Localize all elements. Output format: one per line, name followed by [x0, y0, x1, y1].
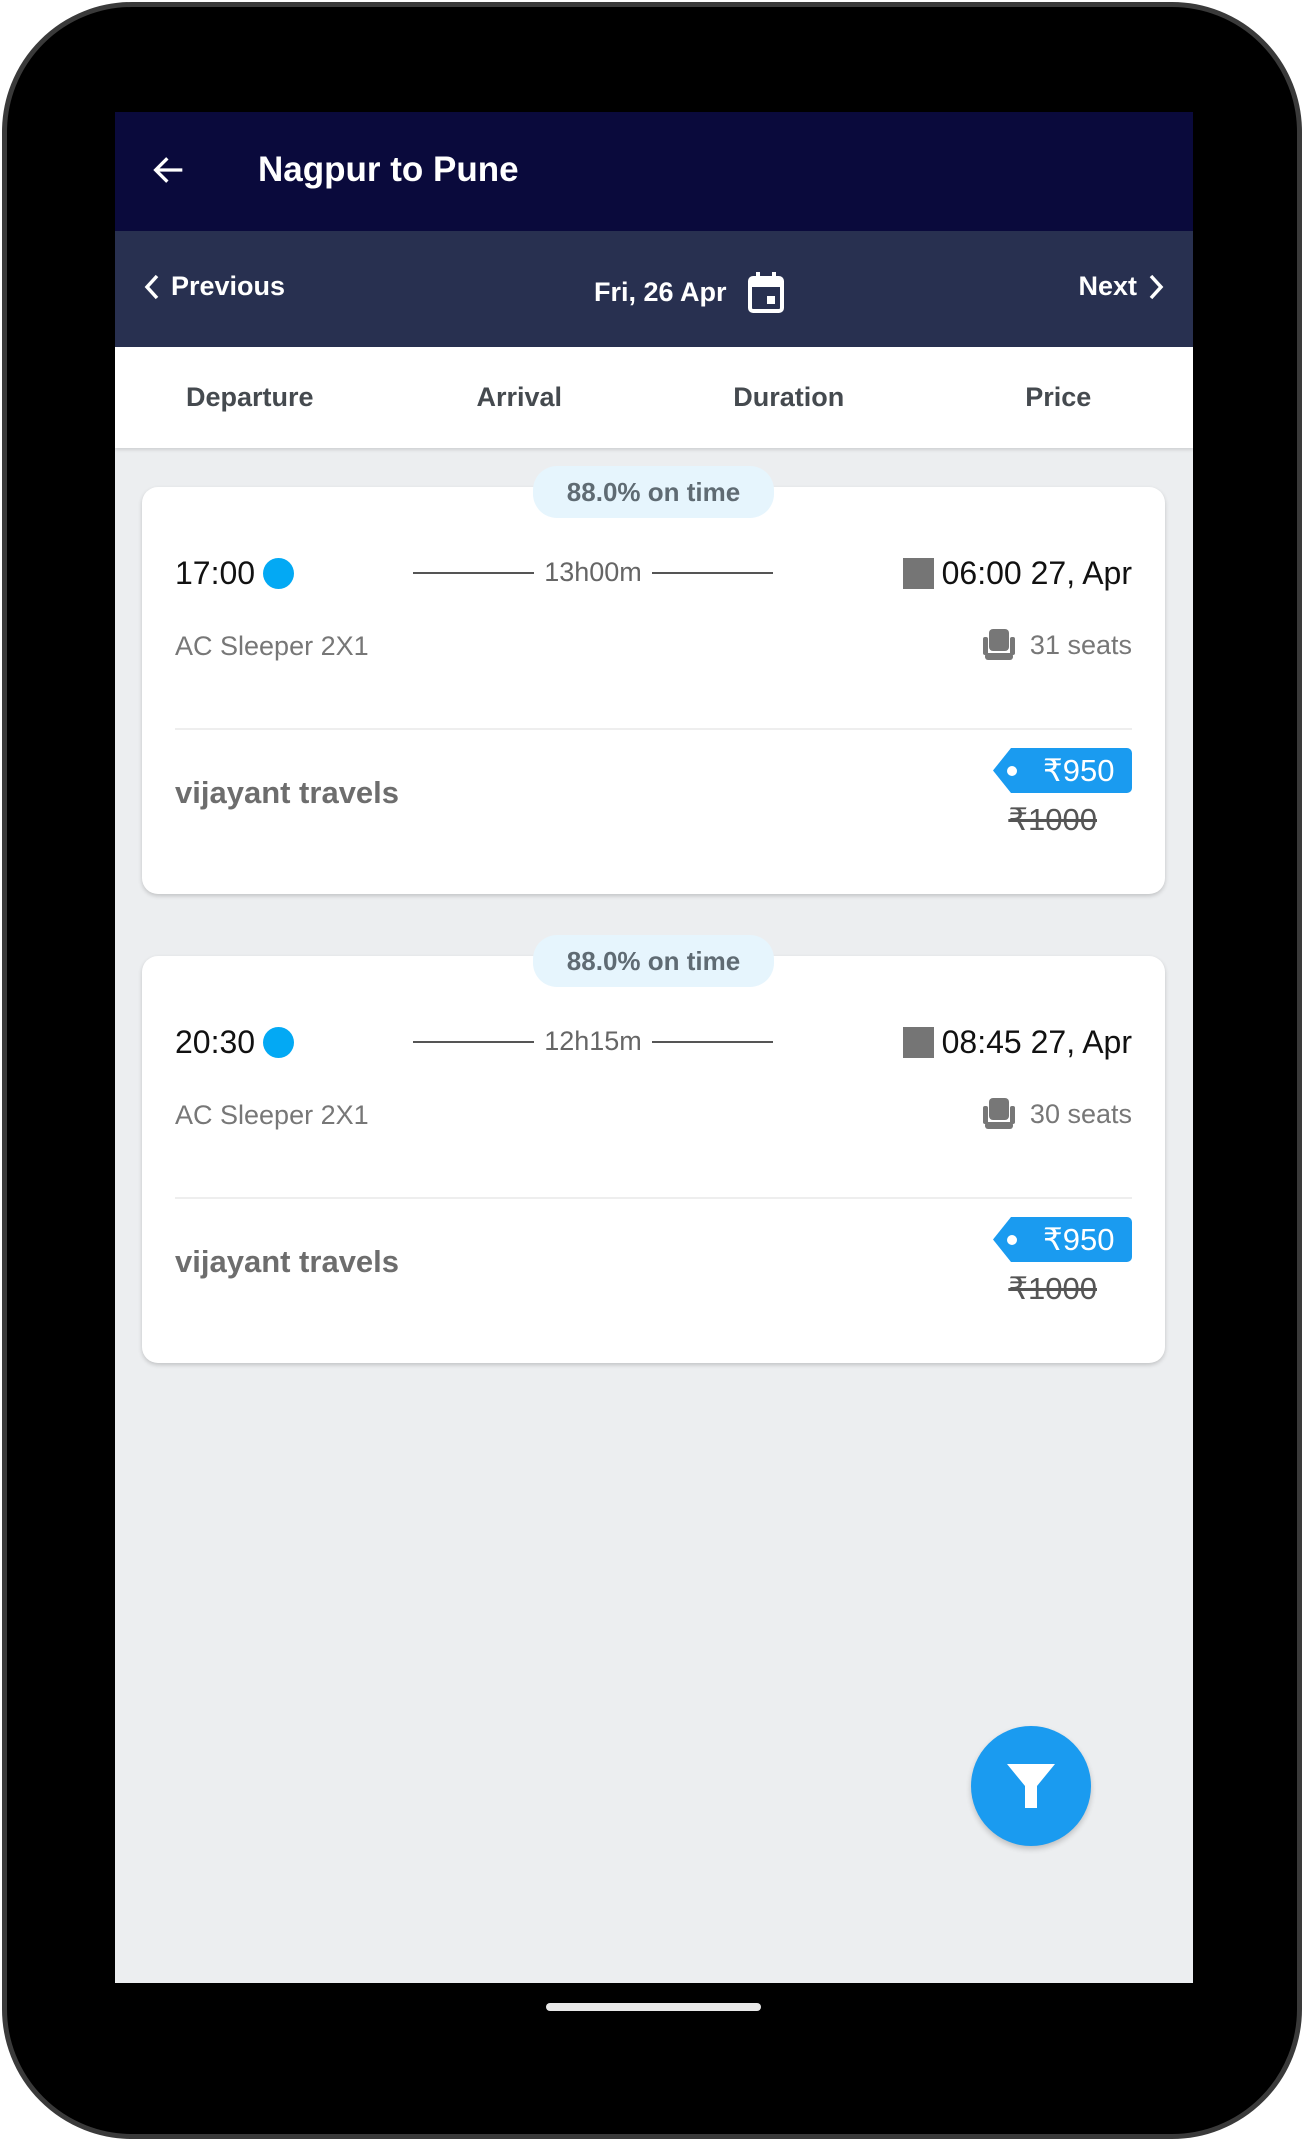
seats-text: 30 seats: [1029, 1098, 1132, 1129]
date-bar: Previous Fri, 26 Apr Next: [115, 231, 1193, 347]
sort-tabs: Departure Arrival Duration Price: [115, 347, 1193, 448]
home-indicator[interactable]: [546, 2003, 761, 2011]
seats-text: 31 seats: [1029, 629, 1132, 660]
departure-time: 17:00: [175, 555, 295, 592]
next-day-button[interactable]: Next: [1078, 271, 1165, 302]
seat-icon: [982, 1098, 1015, 1129]
on-time-badge: 88.0% on time: [533, 466, 774, 518]
duration-text: 12h15m: [544, 1026, 642, 1056]
price-tag: ₹950: [993, 748, 1132, 793]
divider: [175, 1197, 1132, 1199]
next-label: Next: [1078, 271, 1137, 301]
screen: Nagpur to Pune Previous Fri, 26 Apr Next…: [115, 112, 1193, 1983]
seats-available: 31 seats: [982, 629, 1132, 661]
arrow-left-icon[interactable]: [149, 150, 189, 190]
on-time-badge: 88.0% on time: [533, 935, 774, 987]
seat-icon: [982, 629, 1015, 660]
duration-text: 13h00m: [544, 557, 642, 587]
bus-type: AC Sleeper 2X1: [175, 631, 369, 661]
filter-button[interactable]: [971, 1726, 1091, 1846]
sort-duration[interactable]: Duration: [654, 347, 924, 448]
bus-result-card[interactable]: 88.0% on time 17:00 13h00m 06:00 27, Apr…: [142, 466, 1165, 894]
date-picker[interactable]: Fri, 26 Apr: [594, 271, 785, 313]
filter-icon: [1007, 1764, 1055, 1808]
bus-type: AC Sleeper 2X1: [175, 1100, 369, 1130]
sort-price[interactable]: Price: [924, 347, 1194, 448]
departure-text: 17:00: [175, 555, 256, 591]
departure-dot-icon: [263, 558, 295, 589]
sort-arrival[interactable]: Arrival: [385, 347, 655, 448]
bus-result-card[interactable]: 88.0% on time 20:30 12h15m 08:45 27, Apr…: [142, 935, 1165, 1363]
page-title: Nagpur to Pune: [258, 150, 519, 189]
arrival-time: 06:00 27, Apr: [902, 555, 1132, 592]
duration: 12h15m: [413, 1026, 774, 1057]
duration: 13h00m: [413, 557, 774, 588]
app-bar: Nagpur to Pune: [115, 112, 1193, 231]
chevron-left-icon: [144, 274, 159, 299]
departure-text: 20:30: [175, 1024, 256, 1060]
departure-time: 20:30: [175, 1024, 295, 1061]
departure-dot-icon: [263, 1027, 295, 1058]
divider: [175, 728, 1132, 730]
seats-available: 30 seats: [982, 1098, 1132, 1130]
arrival-square-icon: [902, 1027, 934, 1058]
operator-name: vijayant travels: [175, 1244, 400, 1279]
previous-day-button[interactable]: Previous: [143, 271, 285, 302]
original-price: ₹1000: [1008, 802, 1097, 837]
arrival-text: 06:00 27, Apr: [941, 555, 1132, 591]
chevron-right-icon: [1149, 274, 1164, 299]
sort-departure[interactable]: Departure: [115, 347, 385, 448]
selected-date: Fri, 26 Apr: [594, 276, 727, 307]
original-price: ₹1000: [1008, 1271, 1097, 1306]
price-tag: ₹950: [993, 1217, 1132, 1262]
previous-label: Previous: [171, 271, 286, 301]
calendar-icon: [747, 272, 784, 313]
operator-name: vijayant travels: [175, 775, 400, 810]
arrival-text: 08:45 27, Apr: [941, 1024, 1132, 1060]
arrival-square-icon: [902, 558, 934, 589]
arrival-time: 08:45 27, Apr: [902, 1024, 1132, 1061]
